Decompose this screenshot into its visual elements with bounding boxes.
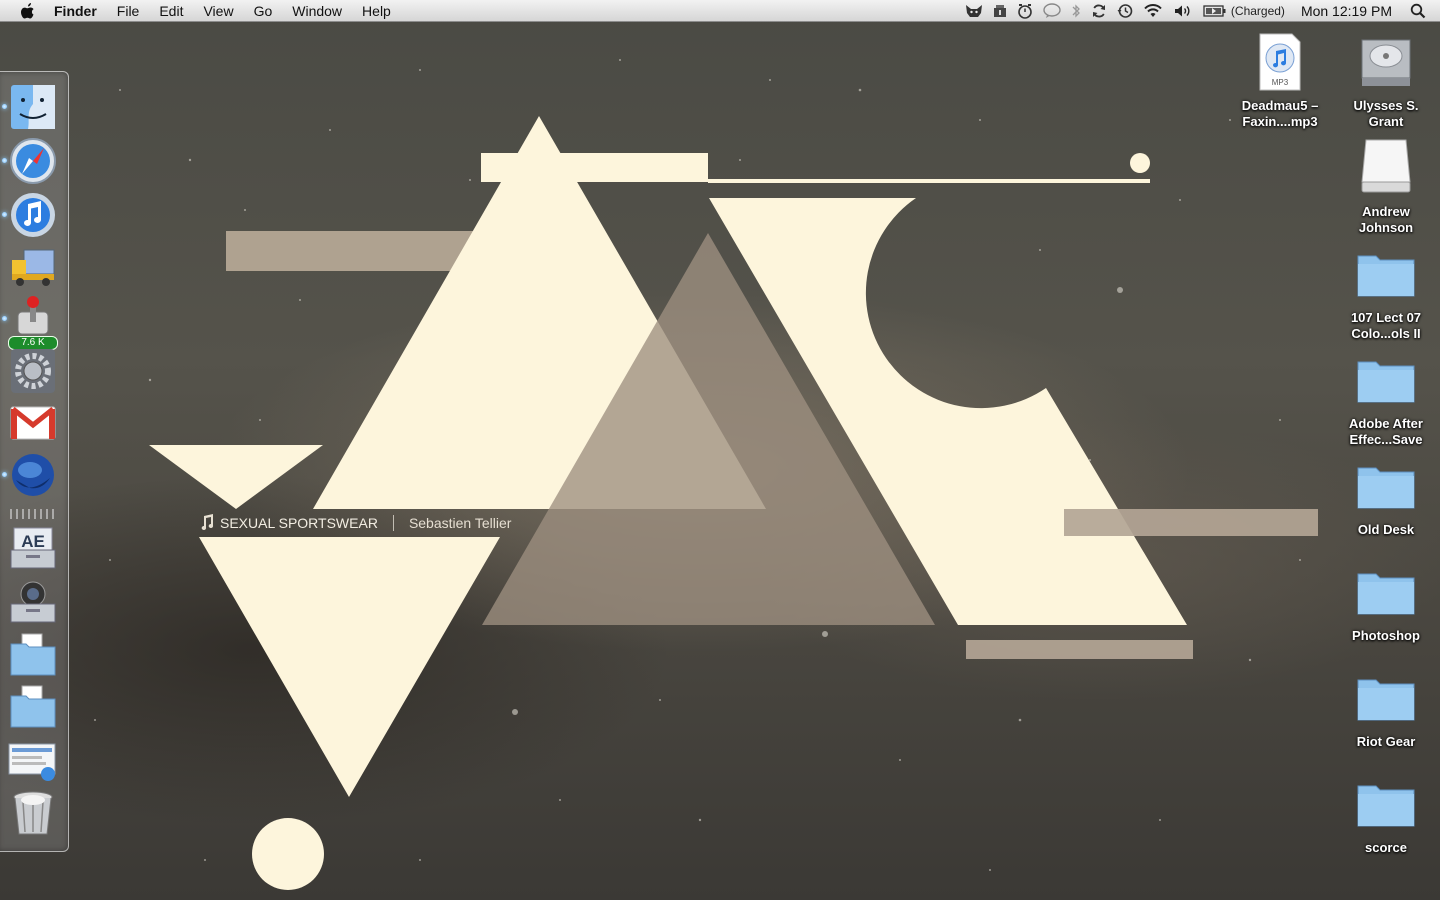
dock-folder-1[interactable] bbox=[8, 630, 58, 680]
running-indicator bbox=[2, 212, 7, 217]
dock-itunes[interactable] bbox=[2, 190, 58, 240]
menu-edit[interactable]: Edit bbox=[159, 1, 183, 21]
chat-bubble-icon[interactable] bbox=[1043, 0, 1061, 21]
folder-icon bbox=[1354, 456, 1418, 520]
desktop-icon-107-lect-07[interactable]: 107 Lect 07 Colo...ols II bbox=[1336, 244, 1436, 342]
dock-system-preferences[interactable] bbox=[8, 346, 58, 396]
battery-icon[interactable] bbox=[1203, 0, 1227, 21]
folder-icon bbox=[1354, 244, 1418, 308]
itunes-icon bbox=[11, 193, 55, 237]
bluetooth-icon[interactable] bbox=[1071, 0, 1081, 21]
wallpaper-artwork bbox=[149, 116, 1318, 890]
trash-icon bbox=[13, 791, 53, 835]
menu-file[interactable]: File bbox=[117, 1, 140, 21]
art-line-top bbox=[708, 179, 1150, 183]
music-note-icon bbox=[200, 513, 214, 533]
art-triangle-left bbox=[149, 445, 323, 509]
battery-status[interactable]: (Charged) bbox=[1231, 4, 1285, 18]
menu-extras: (Charged) Mon 12:19 PM bbox=[965, 0, 1440, 21]
timer-icon[interactable] bbox=[1017, 0, 1033, 21]
desktop-icon-riot-gear[interactable]: Riot Gear bbox=[1336, 668, 1436, 750]
system-preferences-gear-icon bbox=[11, 349, 55, 393]
dock-separator bbox=[10, 509, 58, 519]
desktop-icon-label: Photoshop bbox=[1352, 628, 1420, 643]
wifi-icon[interactable] bbox=[1143, 0, 1163, 21]
desktop-icon-label: scorce bbox=[1365, 840, 1407, 855]
art-triangle-lower bbox=[199, 537, 500, 797]
running-indicator bbox=[2, 472, 7, 477]
art-circle-bottom bbox=[252, 818, 324, 890]
desktop-icon-adobe-after-effects-save[interactable]: Adobe After Effec...Save bbox=[1336, 350, 1436, 448]
dock-finder[interactable] bbox=[2, 82, 58, 132]
now-playing-artist: Sebastien Tellier bbox=[408, 515, 512, 531]
folder-icon bbox=[10, 633, 56, 676]
menu-app-finder[interactable]: Finder bbox=[54, 1, 97, 21]
desktop-icon-label: Adobe After Effec...Save bbox=[1349, 416, 1423, 447]
desktop-icon-scorce[interactable]: scorce bbox=[1336, 774, 1436, 856]
spotlight-search-icon[interactable] bbox=[1410, 0, 1426, 21]
dock-safari[interactable] bbox=[2, 136, 58, 186]
safari-icon bbox=[10, 138, 56, 184]
folder-icon bbox=[1354, 350, 1418, 414]
apple-icon[interactable] bbox=[20, 2, 36, 20]
dock-after-effects-folder[interactable]: AE bbox=[8, 524, 58, 574]
sync-icon[interactable] bbox=[1091, 0, 1107, 21]
menu-window[interactable]: Window bbox=[292, 1, 342, 21]
desktop-icon-label: Ulysses S. Grant bbox=[1353, 98, 1419, 129]
external-drive-icon bbox=[1354, 138, 1418, 202]
transmit-truck-icon bbox=[12, 249, 55, 286]
gmail-icon bbox=[10, 406, 56, 440]
now-playing-divider bbox=[392, 515, 394, 531]
dock-transmit[interactable] bbox=[8, 242, 58, 292]
svg-text:MP3: MP3 bbox=[1272, 78, 1289, 87]
dock-documents-stack[interactable] bbox=[8, 736, 58, 786]
time-machine-icon[interactable] bbox=[1117, 0, 1133, 21]
firefox-globe-icon bbox=[12, 454, 54, 496]
art-dot-top bbox=[1130, 153, 1150, 173]
dock: 7.6 K AE bbox=[0, 71, 69, 852]
documents-stack-icon bbox=[8, 743, 56, 781]
folder-icon bbox=[1354, 668, 1418, 732]
cat-icon[interactable] bbox=[965, 0, 983, 21]
art-bar-right bbox=[1064, 509, 1318, 536]
desktop-icon-label: Riot Gear bbox=[1356, 734, 1416, 749]
art-bar-bottom bbox=[966, 640, 1193, 659]
desktop-icon-andrew-johnson[interactable]: Andrew Johnson bbox=[1336, 138, 1436, 236]
finder-icon bbox=[11, 85, 55, 129]
dock-gmail[interactable] bbox=[8, 398, 58, 448]
after-effects-folder-icon: AE bbox=[10, 527, 56, 569]
dock-firefox[interactable] bbox=[2, 450, 58, 500]
desktop-icon-old-desk[interactable]: Old Desk bbox=[1336, 456, 1436, 538]
desktop-icon-deadmau5-mp3[interactable]: MP3 Deadmau5 – Faxin....mp3 bbox=[1230, 32, 1330, 130]
mp3-file-icon: MP3 bbox=[1248, 32, 1312, 96]
now-playing-track: SEXUAL SPORTSWEAR bbox=[220, 515, 378, 531]
running-indicator bbox=[2, 316, 7, 321]
volume-icon[interactable] bbox=[1173, 0, 1193, 21]
folder-icon bbox=[1354, 562, 1418, 626]
running-indicator bbox=[2, 104, 7, 109]
desktop-icon-label: Deadmau5 – Faxin....mp3 bbox=[1241, 98, 1319, 129]
menu-go[interactable]: Go bbox=[254, 1, 273, 21]
hard-drive-icon bbox=[1354, 32, 1418, 96]
dock-folder-2[interactable] bbox=[8, 682, 58, 732]
folder-icon bbox=[10, 685, 56, 728]
dock-trash[interactable] bbox=[8, 788, 58, 838]
desktop-icon-label: Andrew Johnson bbox=[1358, 204, 1414, 235]
desktop-icon-photoshop[interactable]: Photoshop bbox=[1336, 562, 1436, 644]
desktop-icon-label: Old Desk bbox=[1357, 522, 1415, 537]
dock-camera-folder[interactable] bbox=[8, 578, 58, 628]
svg-text:AE: AE bbox=[21, 532, 45, 551]
folder-icon bbox=[1354, 774, 1418, 838]
menu-view[interactable]: View bbox=[203, 1, 233, 21]
desktop-icon-label: 107 Lect 07 Colo...ols II bbox=[1350, 310, 1422, 341]
menu-clock[interactable]: Mon 12:19 PM bbox=[1301, 3, 1392, 19]
now-playing: SEXUAL SPORTSWEAR Sebastien Tellier bbox=[200, 512, 511, 534]
dock-transmission[interactable]: 7.6 K bbox=[2, 294, 58, 350]
running-indicator bbox=[2, 158, 7, 163]
camera-folder-icon bbox=[10, 581, 56, 623]
menu-help[interactable]: Help bbox=[362, 1, 391, 21]
menu-bar: Finder File Edit View Go Window Help (Ch… bbox=[0, 0, 1440, 22]
desktop-icon-ulysses-grant[interactable]: Ulysses S. Grant bbox=[1336, 32, 1436, 130]
download-box-icon[interactable] bbox=[993, 0, 1007, 21]
